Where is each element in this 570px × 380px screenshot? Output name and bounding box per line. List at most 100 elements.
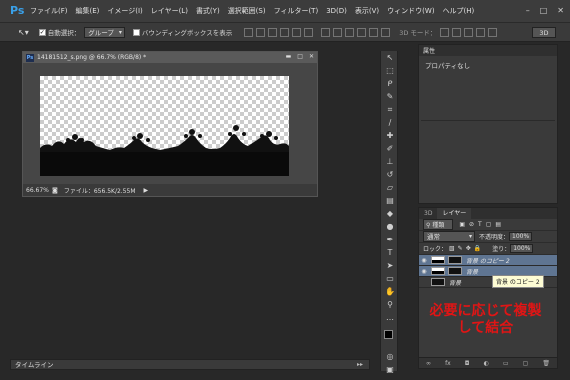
distribute-left-icon[interactable] <box>357 27 367 37</box>
damask-ornament-image <box>40 125 289 154</box>
auto-select-dropdown[interactable]: グループ <box>84 26 125 38</box>
align-hcenter-icon[interactable] <box>292 27 302 37</box>
photoshop-app: Ps ファイル(F) 編集(E) イメージ(I) レイヤー(L) 書式(Y) 選… <box>0 0 570 380</box>
eraser-tool-icon[interactable]: ▱ <box>381 181 399 194</box>
menu-type[interactable]: 書式(Y) <box>192 6 224 16</box>
color-swatches[interactable] <box>381 328 399 346</box>
new-group-icon[interactable]: ▭ <box>503 360 509 367</box>
doc-minimize-button[interactable]: ▬ <box>286 53 292 60</box>
tab-3d[interactable]: 3D <box>419 210 437 217</box>
align-vcenter-icon[interactable] <box>256 27 266 37</box>
lasso-tool-icon[interactable]: ᑭ <box>381 77 399 90</box>
layer-kind-filter[interactable]: ⚲ 種類 <box>423 219 454 230</box>
distribute-hcenter-icon[interactable] <box>369 27 379 37</box>
fill-field[interactable]: 100% <box>510 244 534 253</box>
menu-filter[interactable]: フィルター(T) <box>270 6 323 16</box>
foreground-color-swatch[interactable] <box>384 330 393 339</box>
layer-name[interactable]: 背景 <box>466 267 478 276</box>
doc-maximize-button[interactable]: □ <box>297 53 303 60</box>
move-tool-icon[interactable]: ↖▾ <box>18 28 29 37</box>
workspace-dropdown[interactable]: 3D <box>532 27 556 38</box>
maximize-button[interactable]: □ <box>540 6 548 15</box>
menu-help[interactable]: ヘルプ(H) <box>439 6 479 16</box>
distribute-bottom-icon[interactable] <box>345 27 355 37</box>
menu-file[interactable]: ファイル(F) <box>26 6 72 16</box>
menu-select[interactable]: 選択範囲(S) <box>224 6 270 16</box>
shape-tool-icon[interactable]: ▭ <box>381 272 399 285</box>
eyedropper-tool-icon[interactable]: ∕ <box>381 116 399 129</box>
3d-rotate-icon[interactable] <box>440 27 450 37</box>
layer-style-icon[interactable]: fx <box>445 360 451 367</box>
lock-icons[interactable]: ▧✎✥🔒 <box>449 245 484 252</box>
status-menu-arrow-icon[interactable]: ▶ <box>144 187 149 194</box>
3d-slide-icon[interactable] <box>476 27 486 37</box>
opacity-field[interactable]: 100% <box>509 232 533 241</box>
dodge-tool-icon[interactable]: ● <box>381 220 399 233</box>
menu-edit[interactable]: 編集(E) <box>72 6 104 16</box>
layer-row-copy2[interactable]: ◉ 背景 のコピー 2 <box>419 255 557 266</box>
distribute-vcenter-icon[interactable] <box>333 27 343 37</box>
bbox-checkbox[interactable] <box>132 28 140 36</box>
healing-brush-tool-icon[interactable]: ✚ <box>381 129 399 142</box>
pen-tool-icon[interactable]: ✒ <box>381 233 399 246</box>
properties-tab[interactable]: 属性 <box>419 45 557 56</box>
align-top-icon[interactable] <box>244 27 254 37</box>
align-left-icon[interactable] <box>280 27 290 37</box>
annotation-line-2: して結合 <box>457 320 514 336</box>
distribute-right-icon[interactable] <box>381 27 391 37</box>
delete-layer-icon[interactable]: 🗑 <box>542 360 550 367</box>
blur-tool-icon[interactable]: ◆ <box>381 207 399 220</box>
tab-layers[interactable]: レイヤー <box>437 208 472 219</box>
blend-mode-dropdown[interactable]: 通常 <box>423 231 475 242</box>
clone-stamp-tool-icon[interactable]: ⊥ <box>381 155 399 168</box>
distribute-top-icon[interactable] <box>321 27 331 37</box>
more-tools-icon[interactable]: … <box>381 311 399 324</box>
filter-icons[interactable]: ▣⊘T▢▤ <box>459 221 505 228</box>
align-bottom-icon[interactable] <box>268 27 278 37</box>
fill-label: 塗り： <box>492 246 511 253</box>
layer-name[interactable]: 背景 <box>449 278 461 287</box>
visibility-eye-icon[interactable]: ◉ <box>419 268 429 275</box>
new-layer-icon[interactable]: ▢ <box>523 360 529 367</box>
adjustment-layer-icon[interactable]: ◐ <box>484 360 489 367</box>
marquee-tool-icon[interactable]: ⬚ <box>381 64 399 77</box>
type-tool-icon[interactable]: T <box>381 246 399 259</box>
quick-select-tool-icon[interactable]: ✎ <box>381 90 399 103</box>
minimize-button[interactable]: – <box>526 6 530 15</box>
menu-3d[interactable]: 3D(D) <box>322 7 351 15</box>
zoom-tool-icon[interactable]: ⚲ <box>381 298 399 311</box>
layer-name-tooltip: 背景 のコピー 2 <box>492 275 544 288</box>
collapse-icon[interactable]: ▸▸ <box>357 360 363 370</box>
3d-pan-icon[interactable] <box>464 27 474 37</box>
visibility-eye-icon[interactable]: ◉ <box>419 257 429 264</box>
layer-name[interactable]: 背景 のコピー 2 <box>466 256 510 265</box>
align-right-icon[interactable] <box>304 27 314 37</box>
document-tab[interactable]: Ps 14181512_s.png @ 66.7% (RGB/8) * ▬ □ … <box>23 52 317 63</box>
screen-mode-icon[interactable]: ▣ <box>381 363 399 376</box>
path-select-tool-icon[interactable]: ➤ <box>381 259 399 272</box>
add-mask-icon[interactable]: ◘ <box>465 360 470 367</box>
3d-scale-icon[interactable] <box>488 27 498 37</box>
status-info-icon[interactable]: ◙ <box>52 187 58 194</box>
menu-window[interactable]: ウィンドウ(W) <box>383 6 438 16</box>
zoom-level[interactable]: 66.67% <box>26 187 49 194</box>
menu-layer[interactable]: レイヤー(L) <box>147 6 192 16</box>
3d-roll-icon[interactable] <box>452 27 462 37</box>
history-brush-tool-icon[interactable]: ↺ <box>381 168 399 181</box>
brush-tool-icon[interactable]: ✐ <box>381 142 399 155</box>
crop-tool-icon[interactable]: ⌗ <box>381 103 399 116</box>
menu-image[interactable]: イメージ(I) <box>103 6 146 16</box>
auto-select-checkbox[interactable] <box>38 28 46 36</box>
menu-view[interactable]: 表示(V) <box>351 6 383 16</box>
image-canvas[interactable] <box>40 76 289 176</box>
gradient-tool-icon[interactable]: ▤ <box>381 194 399 207</box>
link-layers-icon[interactable]: ∞ <box>426 360 431 367</box>
move-tool-icon[interactable]: ↖ <box>381 51 399 64</box>
layer-thumbnail-2 <box>448 256 462 264</box>
quick-mask-icon[interactable]: ◎ <box>381 350 399 363</box>
canvas-area[interactable] <box>23 63 317 184</box>
timeline-panel-tab[interactable]: タイムライン ▸▸ <box>10 359 370 370</box>
doc-close-button[interactable]: ✕ <box>309 53 314 60</box>
hand-tool-icon[interactable]: ✋ <box>381 285 399 298</box>
close-button[interactable]: ✕ <box>557 6 564 15</box>
